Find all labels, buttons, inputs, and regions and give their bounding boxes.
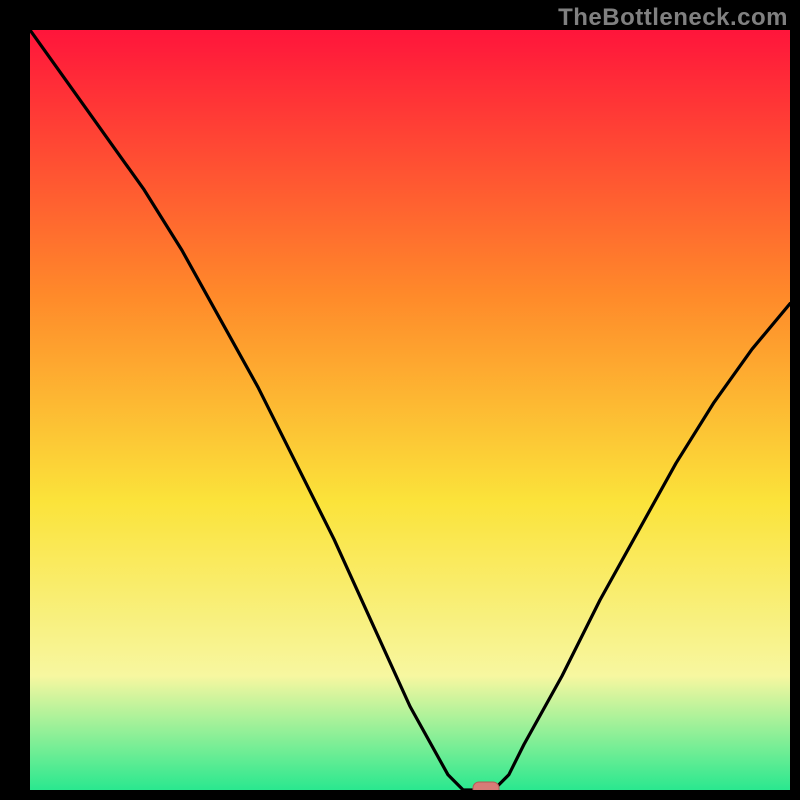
watermark-text: TheBottleneck.com bbox=[558, 4, 788, 32]
frame-left bbox=[0, 0, 30, 800]
frame-bottom bbox=[0, 790, 800, 800]
bottleneck-chart bbox=[0, 0, 800, 800]
frame-right bbox=[790, 0, 800, 800]
chart-frame: TheBottleneck.com bbox=[0, 0, 800, 800]
gradient-background bbox=[30, 30, 790, 790]
